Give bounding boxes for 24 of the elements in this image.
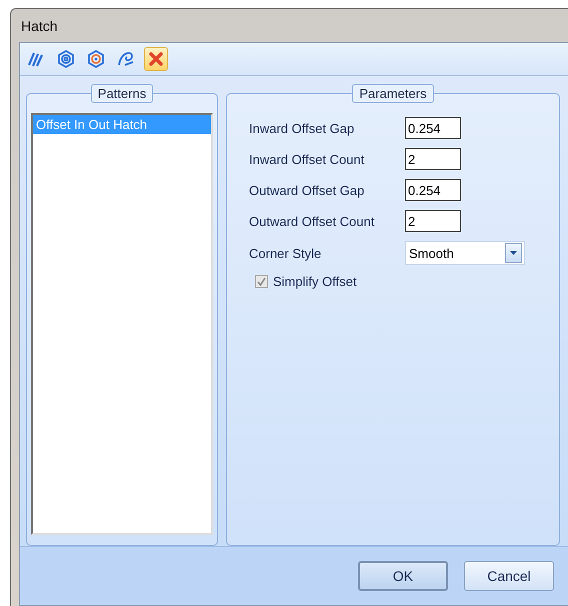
checkmark-icon	[257, 277, 266, 286]
input-field[interactable]: 2	[405, 210, 461, 232]
dialog-button[interactable]: Cancel	[464, 561, 554, 591]
input-field[interactable]: 0.254	[405, 117, 461, 139]
field-label: Inward Offset Count	[249, 152, 366, 166]
caret-icon	[510, 251, 517, 255]
close-icon	[147, 50, 165, 68]
field-label: Outward Offset Count	[249, 214, 376, 228]
dialog-button[interactable]: OK	[358, 561, 448, 591]
diagonal-lines-icon	[27, 50, 45, 68]
window-title: Hatch	[21, 18, 58, 34]
spiral-icon	[117, 50, 135, 68]
checkbox-label: Simplify Offset	[273, 274, 357, 289]
panel-title: Parameters	[352, 84, 434, 103]
hexagon-target-icon	[87, 50, 105, 68]
input-field[interactable]: 2	[405, 148, 461, 170]
field-label: Corner Style	[249, 246, 322, 260]
input-field[interactable]: 0.254	[405, 179, 461, 201]
concentric-hexagon-icon	[57, 50, 75, 68]
field-label: Inward Offset Gap	[249, 120, 356, 136]
toolbar-button[interactable]	[144, 47, 168, 71]
panel-title: Patterns	[90, 84, 154, 103]
field-label: Outward Offset Gap	[249, 182, 366, 198]
dropdown[interactable]: Smooth	[405, 241, 525, 265]
